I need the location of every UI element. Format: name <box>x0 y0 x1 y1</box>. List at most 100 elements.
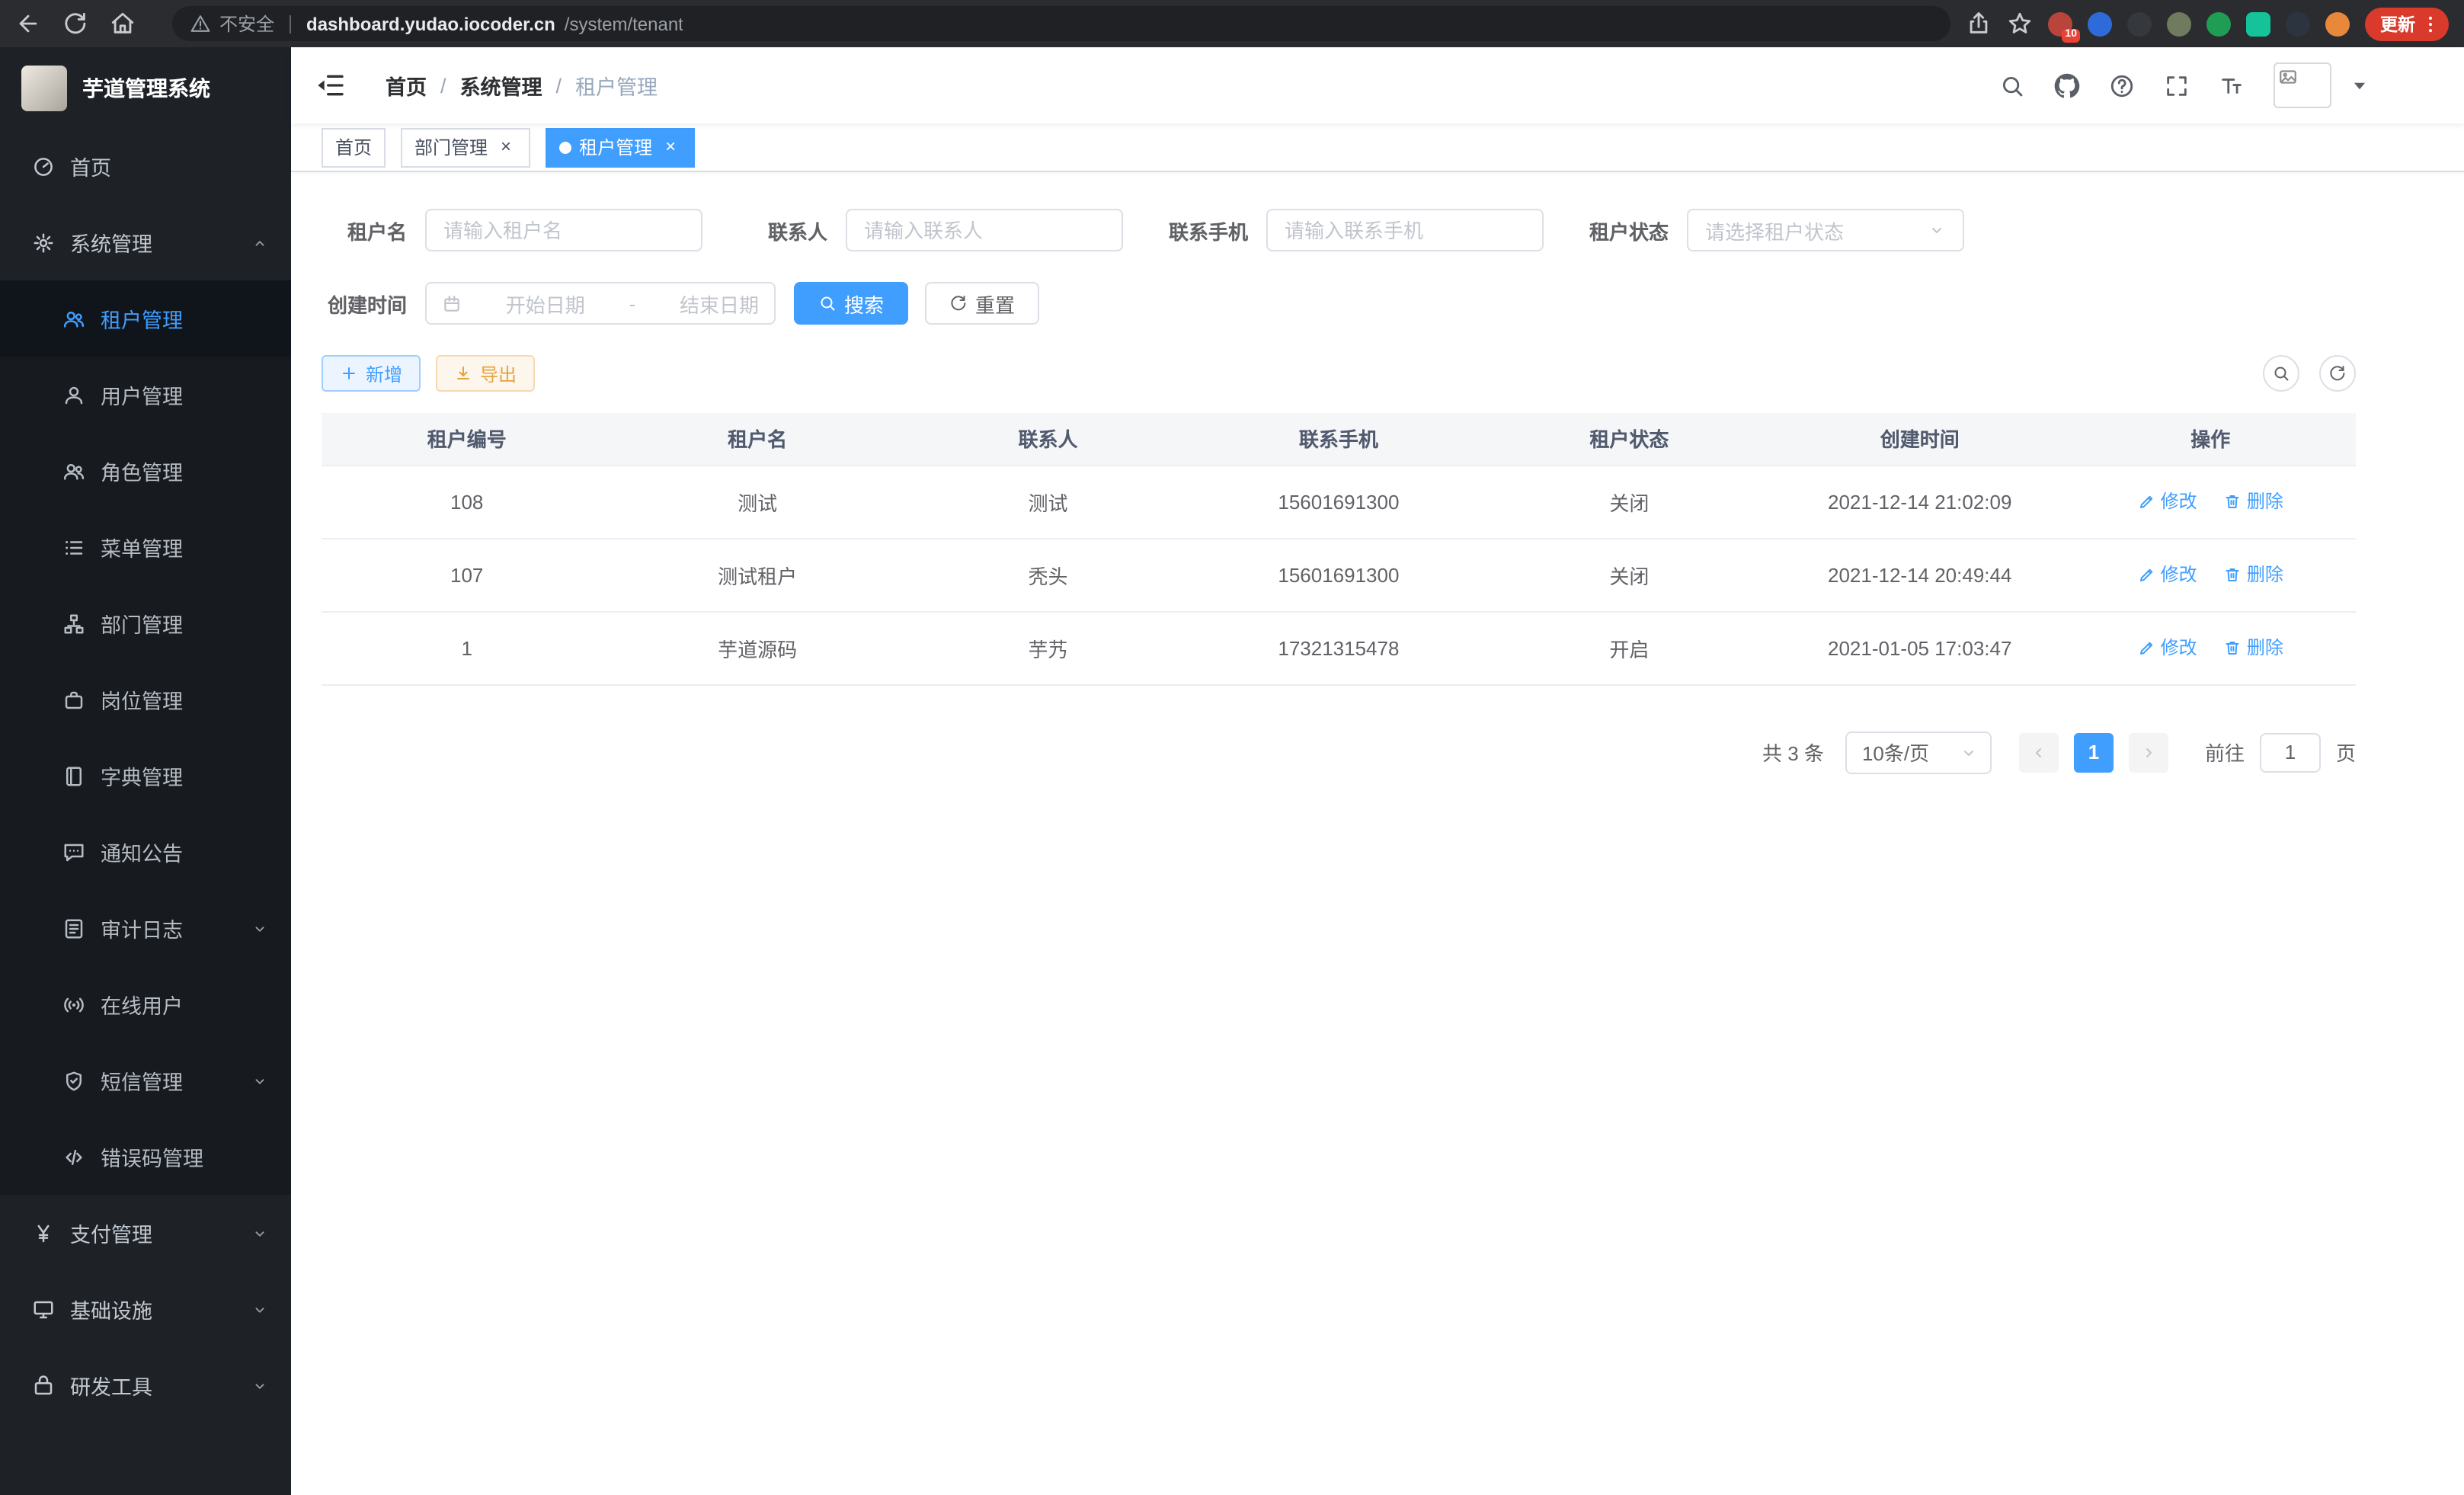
kebab-menu-icon[interactable] <box>2420 13 2441 34</box>
tenant-name-input[interactable] <box>425 209 702 251</box>
refresh-icon <box>2328 364 2347 383</box>
back-icon[interactable] <box>15 11 41 37</box>
font-size-icon[interactable] <box>2219 72 2245 98</box>
create-time-label: 创建时间 <box>322 289 425 318</box>
edit-label: 修改 <box>2161 635 2197 661</box>
yen-icon <box>32 1221 55 1244</box>
delete-label: 删除 <box>2247 635 2283 661</box>
refresh-table-button[interactable] <box>2319 355 2356 392</box>
security-label[interactable]: 不安全 <box>219 11 274 37</box>
url-path: /system/tenant <box>565 13 683 34</box>
chevron-down-icon <box>251 1301 268 1317</box>
sidebar-item-pay[interactable]: 支付管理 <box>0 1195 291 1271</box>
table-row: 107 测试租户 秃头 15601691300 关闭 2021-12-14 20… <box>322 538 2356 611</box>
date-range-picker[interactable]: 开始日期 - 结束日期 <box>425 282 776 325</box>
sidebar-item-infra[interactable]: 基础设施 <box>0 1271 291 1347</box>
edit-label: 修改 <box>2161 562 2197 587</box>
extension-icon[interactable]: 10 <box>2048 11 2072 36</box>
page-size-select[interactable]: 10条/页 <box>1845 731 1992 773</box>
extension-icon[interactable] <box>2127 11 2152 36</box>
sidebar-item-dev-tool[interactable]: 研发工具 <box>0 1347 291 1423</box>
browser-update-button[interactable]: 更新 <box>2365 7 2449 40</box>
github-icon[interactable] <box>2054 72 2080 98</box>
contact-input[interactable] <box>846 209 1123 251</box>
sidebar-item-system[interactable]: 系统管理 <box>0 204 291 280</box>
cell-phone: 17321315478 <box>1193 611 1483 684</box>
reload-icon[interactable] <box>62 11 88 37</box>
extension-icon[interactable] <box>2206 11 2231 36</box>
extension-icon[interactable] <box>2286 11 2310 36</box>
cell-tenant-name: 测试租户 <box>612 538 902 611</box>
delete-button[interactable]: 删除 <box>2224 562 2283 587</box>
fullscreen-icon[interactable] <box>2164 72 2190 98</box>
sidebar-item-tenant[interactable]: 租户管理 <box>0 280 291 357</box>
chevron-down-icon <box>1928 221 1946 239</box>
reset-button[interactable]: 重置 <box>925 282 1039 325</box>
next-page-button[interactable] <box>2129 732 2168 772</box>
tab-dept[interactable]: 部门管理 × <box>401 127 530 167</box>
sidebar: 芋道管理系统 首页 系统管理 租户管理 用户管理 <box>0 47 291 1495</box>
edit-button[interactable]: 修改 <box>2138 488 2197 514</box>
export-button-label: 导出 <box>480 360 517 386</box>
search-icon[interactable] <box>1999 72 2025 98</box>
extension-icon[interactable] <box>2167 11 2191 36</box>
sidebar-item-sms[interactable]: 短信管理 <box>0 1042 291 1119</box>
address-bar[interactable]: 不安全 dashboard.yudao.iocoder.cn/system/te… <box>172 6 1950 41</box>
message-icon <box>62 840 85 863</box>
sidebar-item-label: 角色管理 <box>101 456 183 486</box>
tab-home[interactable]: 首页 <box>322 127 386 167</box>
column-header: 联系人 <box>903 413 1193 465</box>
tab-tenant-active[interactable]: 租户管理 × <box>546 127 695 167</box>
sidebar-item-notice[interactable]: 通知公告 <box>0 814 291 890</box>
cell-actions: 修改 删除 <box>2065 538 2356 611</box>
extension-icon[interactable] <box>2246 11 2270 36</box>
help-icon[interactable] <box>2109 72 2135 98</box>
sidebar-item-dict[interactable]: 字典管理 <box>0 738 291 814</box>
column-header: 联系手机 <box>1193 413 1483 465</box>
avatar[interactable] <box>2274 62 2331 108</box>
sidebar-item-home[interactable]: 首页 <box>0 128 291 204</box>
status-select[interactable]: 请选择租户状态 <box>1687 209 1964 251</box>
cell-tenant-id: 1 <box>322 611 612 684</box>
cell-actions: 修改 删除 <box>2065 465 2356 538</box>
add-button[interactable]: 新增 <box>322 355 421 392</box>
sidebar-item-online-user[interactable]: 在线用户 <box>0 966 291 1042</box>
close-icon[interactable]: × <box>660 136 681 158</box>
breadcrumb-item[interactable]: 首页 <box>386 70 427 101</box>
share-icon[interactable] <box>1966 11 1992 37</box>
sidebar-item-menu[interactable]: 菜单管理 <box>0 509 291 585</box>
document-icon <box>62 917 85 940</box>
toggle-search-button[interactable] <box>2263 355 2299 392</box>
sidebar-item-dept[interactable]: 部门管理 <box>0 585 291 661</box>
date-separator: - <box>629 292 636 315</box>
sidebar-item-audit-log[interactable]: 审计日志 <box>0 890 291 966</box>
sidebar-toggle-icon[interactable] <box>315 70 346 101</box>
top-navbar: 首页 / 系统管理 / 租户管理 <box>291 47 2464 123</box>
sidebar-item-user[interactable]: 用户管理 <box>0 357 291 433</box>
phone-input[interactable] <box>1266 209 1544 251</box>
app-logo: 芋道管理系统 <box>0 47 291 128</box>
edit-button[interactable]: 修改 <box>2138 562 2197 587</box>
sidebar-item-error-code[interactable]: 错误码管理 <box>0 1119 291 1195</box>
sidebar-item-role[interactable]: 角色管理 <box>0 433 291 509</box>
goto-page-input[interactable] <box>2260 732 2321 772</box>
tab-label: 部门管理 <box>414 134 488 160</box>
breadcrumb-item[interactable]: 系统管理 <box>460 70 542 101</box>
edit-button[interactable]: 修改 <box>2138 635 2197 661</box>
status-label: 租户状态 <box>1583 216 1687 245</box>
export-button[interactable]: 导出 <box>436 355 535 392</box>
divider <box>290 14 291 33</box>
home-icon[interactable] <box>110 11 136 37</box>
bookmark-star-icon[interactable] <box>2007 11 2033 37</box>
delete-button[interactable]: 删除 <box>2224 635 2283 661</box>
prev-page-button[interactable] <box>2019 732 2059 772</box>
add-button-label: 新增 <box>366 360 402 386</box>
current-page-button[interactable]: 1 <box>2074 732 2114 772</box>
extension-icon[interactable] <box>2088 11 2112 36</box>
sidebar-item-post[interactable]: 岗位管理 <box>0 661 291 738</box>
delete-button[interactable]: 删除 <box>2224 488 2283 514</box>
search-button[interactable]: 搜索 <box>794 282 908 325</box>
close-icon[interactable]: × <box>495 136 517 158</box>
profile-avatar-icon[interactable] <box>2325 11 2350 36</box>
caret-down-icon[interactable] <box>2347 72 2373 98</box>
